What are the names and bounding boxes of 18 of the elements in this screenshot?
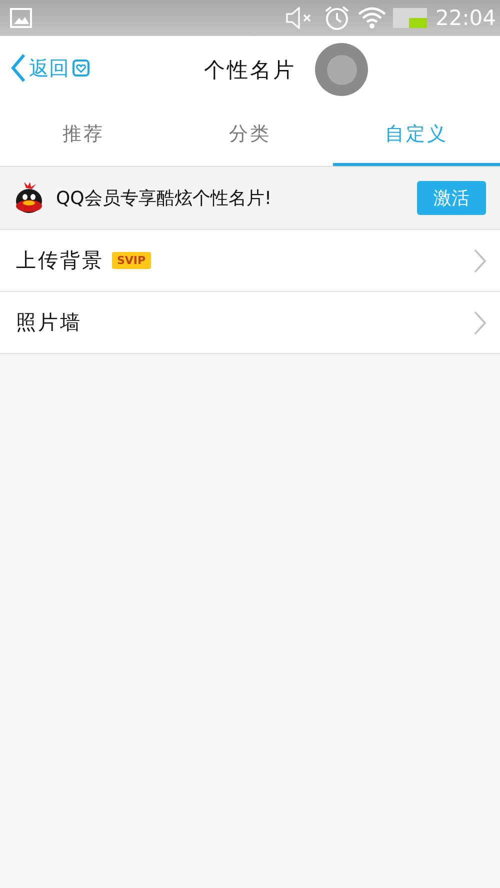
chevron-right-icon <box>474 248 486 272</box>
list-item[interactable]: 上传背景 SVIP <box>0 230 500 292</box>
wifi-icon <box>357 5 388 31</box>
chevron-left-icon <box>10 53 26 83</box>
chevron-right-icon <box>474 310 486 334</box>
battery-icon <box>393 8 428 28</box>
alarm-clock-icon <box>323 5 352 31</box>
picture-icon <box>10 8 32 28</box>
back-button[interactable]: 返回 <box>10 53 90 83</box>
promo-text: QQ会员专享酷炫个性名片! <box>56 187 272 210</box>
page-title: 个性名片 <box>204 57 296 84</box>
clock-time: 22:04 <box>435 6 496 30</box>
penguin-icon <box>14 182 44 214</box>
activate-button[interactable]: 激活 <box>417 181 486 215</box>
item-label: 照片墙 <box>16 309 82 336</box>
list-item[interactable]: 照片墙 <box>0 292 500 354</box>
item-label: 上传背景 <box>16 247 104 274</box>
vip-badge: SVIP <box>112 252 151 269</box>
